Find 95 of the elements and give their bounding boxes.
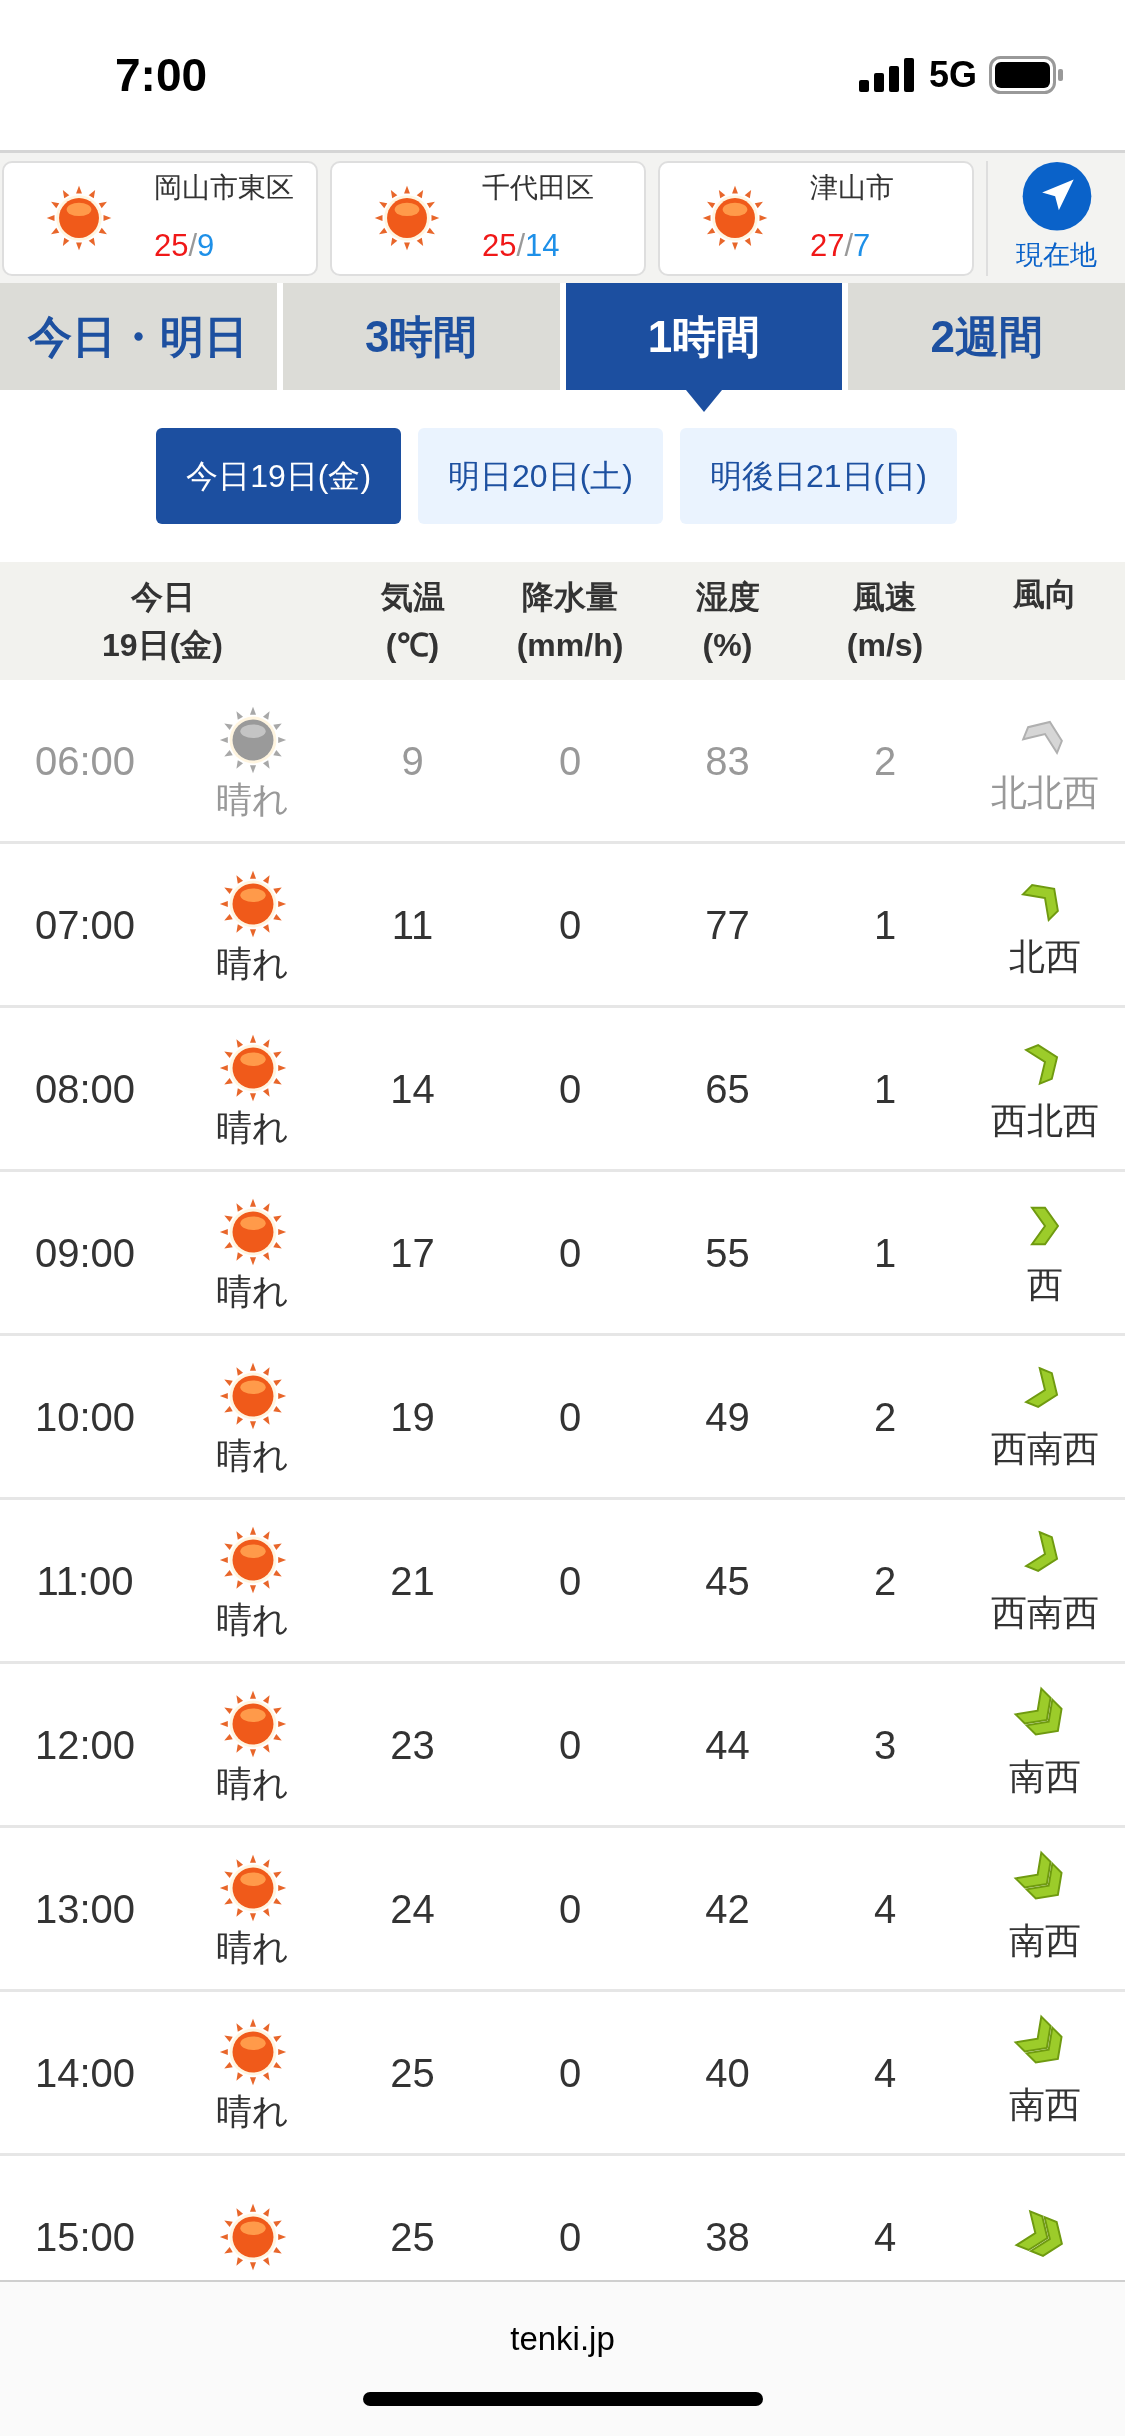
weather-label: 晴れ xyxy=(216,1106,289,1149)
time-cell-text: 06:00 xyxy=(33,737,137,785)
temperature-cell-text: 17 xyxy=(389,1229,436,1277)
column-header: 降水量 (mm/h) xyxy=(515,578,625,665)
weather-label: 晴れ xyxy=(216,2090,289,2133)
precipitation-cell-text: 0 xyxy=(557,1721,583,1769)
humidity-cell-text: 55 xyxy=(704,1229,751,1277)
humidity-cell-text: 44 xyxy=(704,1721,751,1769)
clock-time: 7:00 xyxy=(115,47,208,103)
humidity-cell-text: 49 xyxy=(704,1393,751,1441)
temperature-range: 25/14 xyxy=(482,226,561,265)
precipitation-cell-text: 0 xyxy=(557,1065,583,1113)
weather-label: 晴れ xyxy=(216,1270,289,1313)
time-cell-text: 15:00 xyxy=(33,2213,137,2261)
humidity-cell-text: 77 xyxy=(704,901,751,949)
time-cell-text: 11:00 xyxy=(35,1557,135,1605)
wind-direction-label: 西南西 xyxy=(991,1591,1099,1634)
precipitation-cell-text: 0 xyxy=(557,1557,583,1605)
wind-speed-cell-text: 1 xyxy=(872,1065,898,1113)
forecast-tab[interactable]: 今日・明日 xyxy=(0,283,277,390)
location-card[interactable]: 千代田区 25/14 xyxy=(330,160,646,276)
precipitation-cell-text: 0 xyxy=(557,2213,583,2261)
precipitation-cell-text: 0 xyxy=(557,1393,583,1441)
wind-speed-cell-text: 1 xyxy=(872,1229,898,1277)
day-button[interactable]: 明後日21日(日) xyxy=(679,428,957,524)
time-cell-text: 08:00 xyxy=(33,1065,137,1113)
humidity-cell-text: 40 xyxy=(704,2049,751,2097)
humidity-cell-text: 65 xyxy=(704,1065,751,1113)
humidity-cell-text: 42 xyxy=(704,1885,751,1933)
wind-speed-cell-text: 4 xyxy=(872,2049,898,2097)
time-cell-text: 07:00 xyxy=(33,901,137,949)
column-header: 風速 (m/s) xyxy=(845,578,925,665)
wind-speed-cell-text: 2 xyxy=(872,1557,898,1605)
day-button[interactable]: 明日20日(土) xyxy=(418,428,663,524)
temperature-cell-text: 21 xyxy=(389,1557,436,1605)
wind-direction-label: 南西 xyxy=(1009,1919,1081,1962)
temperature-cell-text: 19 xyxy=(389,1393,436,1441)
temperature-range: 25/9 xyxy=(154,226,216,265)
wind-direction-label: 西南西 xyxy=(991,1427,1099,1470)
column-header: 風向 xyxy=(1012,575,1078,614)
time-cell-text: 13:00 xyxy=(33,1885,137,1933)
time-cell-text: 09:00 xyxy=(33,1229,137,1277)
temperature-cell-text: 25 xyxy=(389,2213,436,2261)
network-label: 5G xyxy=(928,53,977,97)
wind-speed-cell-text: 4 xyxy=(872,2213,898,2261)
battery-icon xyxy=(989,56,1065,94)
column-header: 気温 (℃) xyxy=(379,578,446,665)
wind-speed-cell-text: 4 xyxy=(872,1885,898,1933)
weather-label: 晴れ xyxy=(216,1762,289,1805)
forecast-tab[interactable]: 3時間 xyxy=(282,283,560,390)
location-name: 岡山市東区 xyxy=(154,170,294,205)
day-button[interactable]: 今日19日(金) xyxy=(156,428,402,524)
wind-direction-label: 西 xyxy=(1027,1263,1063,1306)
temperature-cell-text: 9 xyxy=(400,737,425,785)
location-name: 千代田区 xyxy=(482,170,594,205)
time-cell-text: 12:00 xyxy=(33,1721,137,1769)
signal-icon xyxy=(858,58,917,92)
weather-label: 晴れ xyxy=(216,942,289,985)
temperature-cell-text: 24 xyxy=(389,1885,436,1933)
temperature-cell-text: 11 xyxy=(390,901,435,949)
wind-direction-label: 南西 xyxy=(1009,2083,1081,2126)
wind-direction-label: 北北西 xyxy=(991,771,1099,814)
precipitation-cell-text: 0 xyxy=(557,1885,583,1933)
time-cell-text: 10:00 xyxy=(33,1393,137,1441)
url-label: tenki.jp xyxy=(510,2319,615,2359)
time-cell-text: 14:00 xyxy=(33,2049,137,2097)
weather-label: 晴れ xyxy=(216,778,289,821)
weather-label: 晴れ xyxy=(216,1926,289,1969)
wind-speed-cell-text: 2 xyxy=(872,737,898,785)
humidity-cell-text: 83 xyxy=(704,737,751,785)
location-card[interactable]: 津山市 27/7 xyxy=(658,160,974,276)
wind-speed-cell-text: 3 xyxy=(872,1721,898,1769)
wind-direction-label: 西北西 xyxy=(991,1099,1099,1142)
current-location-button[interactable]: 現在地 xyxy=(986,160,1125,276)
temperature-cell-text: 25 xyxy=(389,2049,436,2097)
wind-speed-cell-text: 2 xyxy=(872,1393,898,1441)
temperature-range: 27/7 xyxy=(810,226,872,265)
precipitation-cell-text: 0 xyxy=(557,1229,583,1277)
wind-speed-cell-text: 1 xyxy=(872,901,898,949)
column-header: 今日 19日(金) xyxy=(101,578,224,665)
precipitation-cell-text: 0 xyxy=(557,2049,583,2097)
weather-label: 晴れ xyxy=(216,1434,289,1477)
temperature-cell-text: 14 xyxy=(389,1065,436,1113)
location-name: 津山市 xyxy=(810,170,894,205)
forecast-tab[interactable]: 2週間 xyxy=(848,283,1125,390)
humidity-cell-text: 45 xyxy=(704,1557,751,1605)
wind-direction-label: 北西 xyxy=(1009,935,1081,978)
location-card[interactable]: 岡山市東区 25/9 xyxy=(2,160,318,276)
temperature-cell-text: 23 xyxy=(389,1721,436,1769)
humidity-cell-text: 38 xyxy=(704,2213,751,2261)
precipitation-cell-text: 0 xyxy=(557,901,583,949)
precipitation-cell-text: 0 xyxy=(557,737,583,785)
wind-direction-label: 南西 xyxy=(1009,1755,1081,1798)
weather-label: 晴れ xyxy=(216,1598,289,1641)
column-header: 湿度 (%) xyxy=(694,578,761,665)
